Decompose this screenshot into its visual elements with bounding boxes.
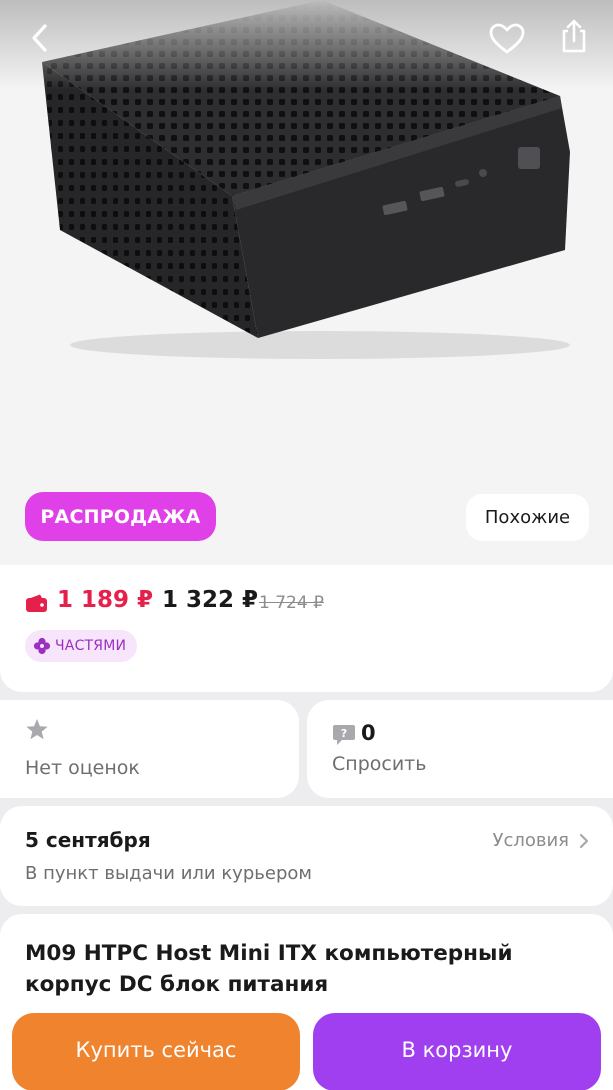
svg-text:?: ?: [341, 727, 347, 740]
delivery-conditions-link[interactable]: Условия: [492, 830, 589, 851]
product-title: M09 HTPC Host Mini ITX компьютерный корп…: [25, 941, 513, 997]
delivery-date: 5 сентября: [25, 828, 151, 852]
conditions-label: Условия: [492, 830, 569, 851]
star-icon: [26, 719, 48, 740]
chevron-right-icon: [579, 833, 589, 848]
heart-icon: [489, 23, 525, 54]
installments-badge[interactable]: ЧАСТЯМИ: [25, 630, 138, 662]
installments-label: ЧАСТЯМИ: [55, 638, 127, 654]
ask-question-link[interactable]: Спросить: [332, 753, 426, 775]
rating-card[interactable]: Нет оценок: [0, 700, 299, 798]
chevron-left-icon: [32, 24, 47, 52]
flower-icon: [33, 637, 51, 655]
old-price: 1 724 ₽: [259, 593, 324, 613]
share-button[interactable]: [552, 14, 596, 58]
rating-text: Нет оценок: [25, 757, 140, 779]
buy-now-button[interactable]: Купить сейчас: [12, 1013, 300, 1090]
wallet-icon: [26, 594, 47, 612]
delivery-method: В пункт выдачи или курьером: [25, 863, 312, 884]
questions-count: 0: [361, 721, 376, 745]
card-price: 1 189 ₽: [57, 587, 154, 613]
back-button[interactable]: [20, 18, 60, 58]
delivery-card: 5 сентября В пункт выдачи или курьером У…: [0, 806, 613, 906]
price-card: 1 189 ₽ 1 322 ₽ 1 724 ₽ ЧАСТЯМИ: [0, 565, 613, 692]
favorite-button[interactable]: [485, 17, 529, 61]
product-gallery[interactable]: РАСПРОДАЖА Похожие: [0, 0, 613, 565]
question-bubble-icon: ?: [333, 725, 355, 745]
regular-price: 1 322 ₽: [162, 587, 259, 613]
similar-button[interactable]: Похожие: [466, 494, 589, 541]
questions-card[interactable]: ? 0 Спросить: [307, 700, 613, 798]
add-to-cart-button[interactable]: В корзину: [313, 1013, 601, 1090]
share-icon: [562, 19, 586, 53]
sale-badge: РАСПРОДАЖА: [25, 492, 216, 541]
bottom-action-bar: Купить сейчас В корзину: [0, 1002, 613, 1090]
